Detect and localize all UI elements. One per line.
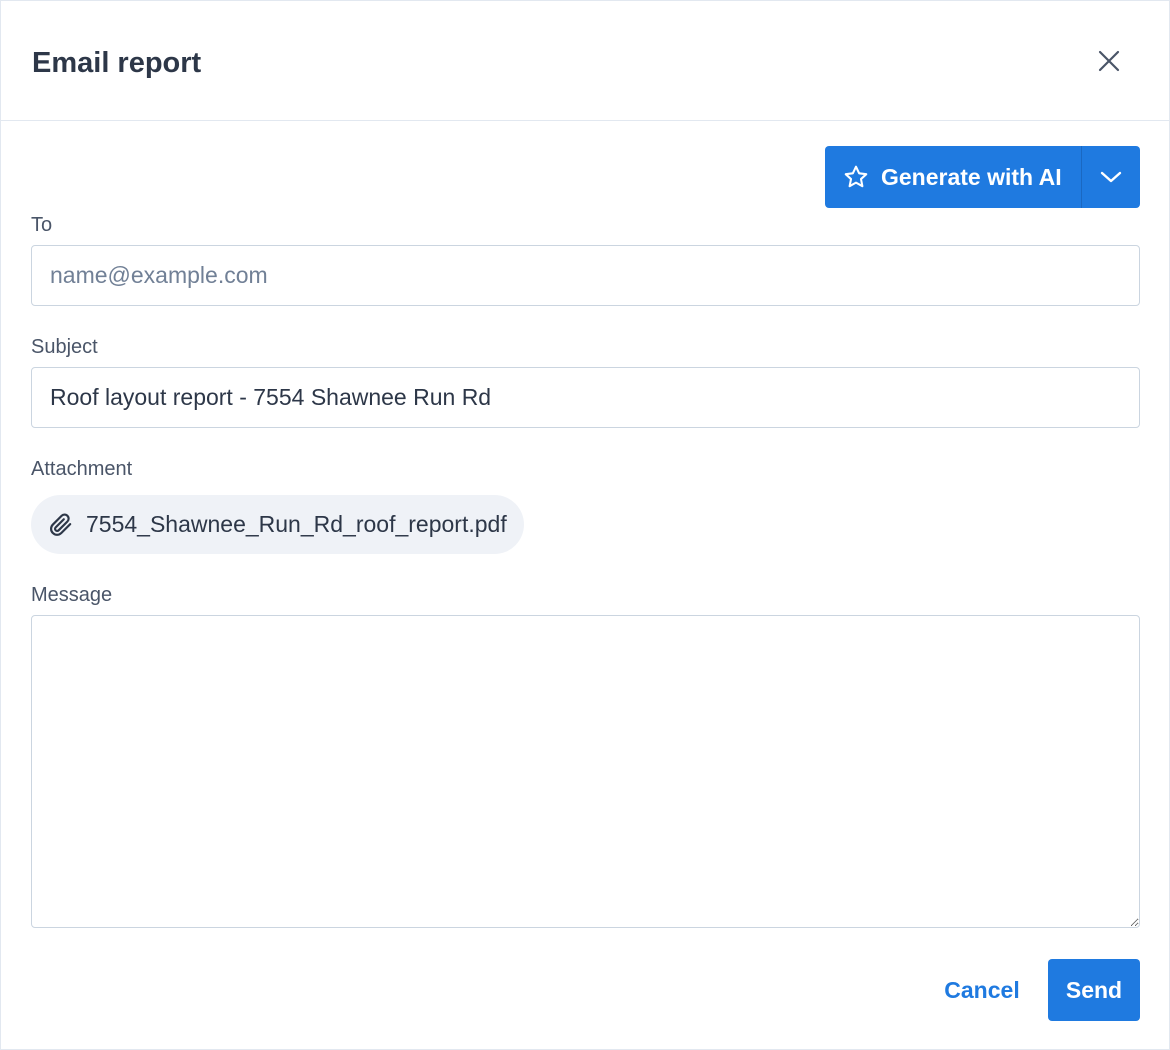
generate-with-ai-split-button: Generate with AI: [825, 146, 1140, 208]
email-report-dialog: Email report Generate with AI To Subject…: [0, 0, 1170, 1050]
cancel-button[interactable]: Cancel: [931, 959, 1033, 1021]
chevron-down-icon: [1100, 171, 1122, 183]
paperclip-icon: [48, 512, 74, 538]
star-icon: [843, 164, 869, 190]
generate-with-ai-button[interactable]: Generate with AI: [825, 146, 1081, 208]
close-button[interactable]: [1091, 43, 1127, 79]
attachment-chip[interactable]: 7554_Shawnee_Run_Rd_roof_report.pdf: [31, 495, 524, 554]
to-email-input[interactable]: [31, 245, 1140, 306]
send-button[interactable]: Send: [1048, 959, 1140, 1021]
close-icon: [1098, 50, 1120, 72]
dialog-header: Email report: [1, 1, 1169, 121]
subject-input[interactable]: [31, 367, 1140, 428]
generate-with-ai-label: Generate with AI: [881, 163, 1062, 190]
subject-label: Subject: [31, 336, 98, 358]
dialog-title: Email report: [32, 47, 202, 79]
attachment-label: Attachment: [31, 458, 133, 480]
ai-options-dropdown-button[interactable]: [1082, 146, 1140, 208]
attachment-filename: 7554_Shawnee_Run_Rd_roof_report.pdf: [86, 511, 507, 537]
message-label: Message: [31, 584, 113, 606]
to-label: To: [31, 214, 53, 236]
message-textarea[interactable]: [31, 615, 1140, 928]
